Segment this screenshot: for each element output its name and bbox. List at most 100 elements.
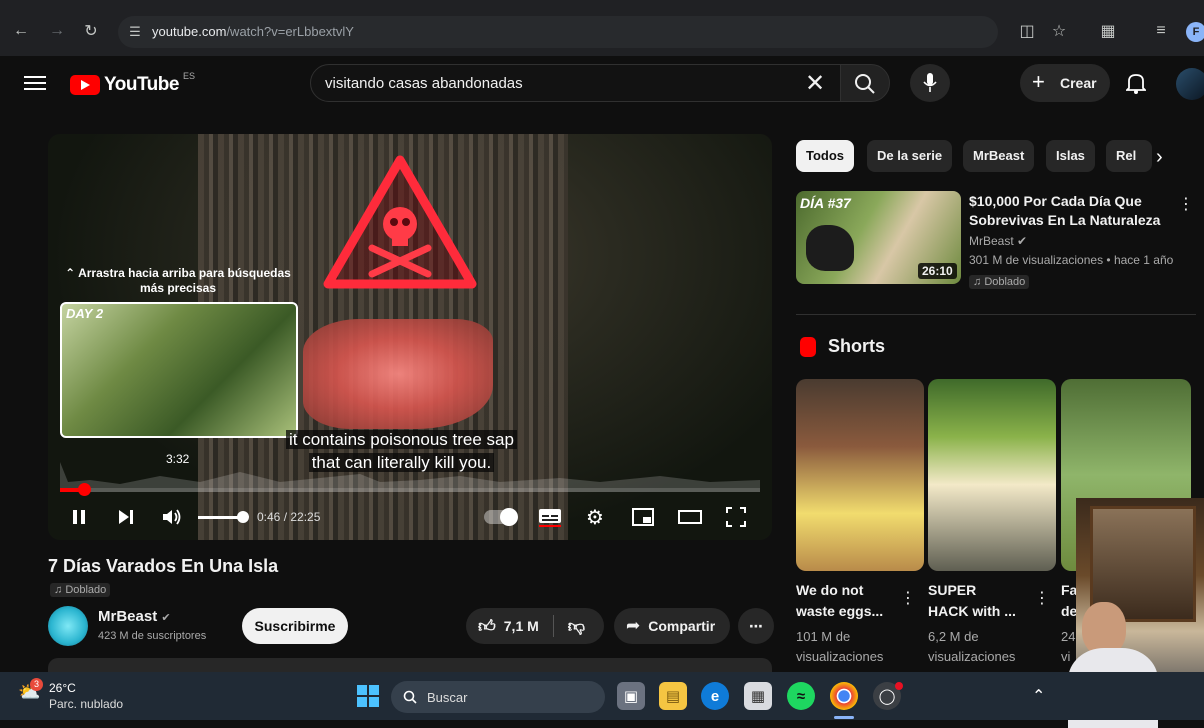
chip-todos[interactable]: Todos bbox=[796, 140, 855, 172]
task-view-icon[interactable]: ▣ bbox=[617, 682, 645, 710]
windows-start-icon[interactable] bbox=[354, 682, 382, 710]
short-2-title[interactable]: SUPER HACK with ... bbox=[928, 580, 1016, 622]
chip-islas[interactable]: Islas bbox=[1046, 140, 1095, 172]
clear-search-icon[interactable]: ✕ bbox=[805, 69, 825, 98]
thumbs-up-icon[interactable]: 👍︎ bbox=[478, 616, 496, 637]
video-player[interactable]: ⌃ Arrastra hacia arriba para búsquedas m… bbox=[48, 134, 772, 540]
search-value: visitando casas abandonadas bbox=[325, 75, 523, 92]
taskbar-search[interactable]: Buscar bbox=[391, 681, 605, 713]
voice-search-button[interactable] bbox=[910, 64, 950, 102]
progress-bar[interactable] bbox=[60, 483, 760, 496]
short-2-views-line-2: visualizaciones bbox=[928, 649, 1016, 664]
scrubber-handle[interactable] bbox=[77, 483, 91, 496]
youtube-logo[interactable]: YouTube ES bbox=[70, 71, 195, 96]
dubbed-label: Doblado bbox=[65, 584, 107, 596]
region-code: ES bbox=[182, 71, 195, 81]
profile-avatar[interactable]: F bbox=[1186, 22, 1204, 42]
store-icon[interactable]: ▦ bbox=[744, 682, 772, 710]
settings-gear-icon[interactable]: ⚙ bbox=[586, 505, 604, 529]
short-3-title[interactable]: Fa de bbox=[1061, 580, 1077, 622]
short-card-2[interactable] bbox=[928, 379, 1056, 571]
url-path: /watch?v=erLbbextvlY bbox=[226, 24, 354, 39]
audio-icon: ♫ bbox=[54, 584, 66, 596]
shorts-heading: Shorts bbox=[828, 336, 886, 356]
chip-de-la-serie[interactable]: De la serie bbox=[867, 140, 953, 172]
short-1-title[interactable]: We do not waste eggs... bbox=[796, 580, 883, 622]
recommended-title-line-2: Sobrevivas En La Naturaleza bbox=[969, 212, 1161, 228]
channel-name-text: MrBeast bbox=[98, 608, 158, 625]
miniplayer-icon[interactable] bbox=[632, 505, 654, 529]
drag-hint: ⌃ Arrastra hacia arriba para búsquedas m… bbox=[58, 266, 298, 296]
install-app-icon[interactable]: ◫ bbox=[1016, 20, 1038, 42]
volume-icon[interactable] bbox=[162, 505, 184, 529]
channel-name[interactable]: MrBeast ✔ bbox=[98, 608, 171, 625]
short-1-title-line-2: waste eggs... bbox=[796, 603, 884, 619]
more-actions-button[interactable]: ⋯ bbox=[738, 608, 774, 644]
more-horizontal-icon: ⋯ bbox=[749, 617, 763, 634]
more-vertical-icon[interactable]: ⋮ bbox=[900, 588, 916, 608]
tray-chevron-up-icon[interactable]: ⌃ bbox=[1032, 686, 1045, 706]
subscribe-button[interactable]: Suscribirme bbox=[242, 608, 348, 644]
more-vertical-icon[interactable]: ⋮ bbox=[1178, 194, 1194, 214]
recommended-thumbnail[interactable]: DÍA #37 26:10 bbox=[796, 191, 961, 284]
search-icon bbox=[855, 74, 875, 94]
recording-indicator bbox=[895, 682, 903, 690]
notifications-bell-icon[interactable] bbox=[1126, 72, 1146, 94]
warning-skull-icon bbox=[323, 155, 477, 289]
short-2-title-line-1: SUPER bbox=[928, 582, 977, 598]
bookmark-star-icon[interactable]: ☆ bbox=[1048, 20, 1070, 42]
media-control-icon[interactable]: ≡ bbox=[1150, 20, 1172, 42]
recommended-title[interactable]: $10,000 Por Cada Día Que Sobrevivas En L… bbox=[969, 192, 1169, 230]
short-3-title-line-1: Fa bbox=[1061, 582, 1078, 598]
extensions-icon[interactable]: ▦ bbox=[1097, 20, 1119, 42]
pause-icon[interactable] bbox=[70, 505, 88, 529]
description-box[interactable] bbox=[48, 658, 772, 672]
file-explorer-icon[interactable]: ▤ bbox=[659, 682, 687, 710]
theater-mode-icon[interactable] bbox=[678, 505, 702, 529]
next-icon[interactable] bbox=[117, 505, 135, 529]
autoplay-toggle[interactable] bbox=[484, 508, 518, 526]
chrome-icon[interactable] bbox=[830, 682, 858, 710]
menu-icon[interactable] bbox=[24, 72, 46, 94]
drag-hint-text: Arrastra hacia arriba para búsquedas más… bbox=[78, 266, 291, 295]
chip-rel[interactable]: Rel bbox=[1106, 140, 1152, 172]
subtitles-icon[interactable] bbox=[538, 505, 562, 529]
volume-slider[interactable] bbox=[198, 511, 250, 523]
active-app-indicator bbox=[834, 716, 854, 719]
volume-handle[interactable] bbox=[237, 511, 250, 523]
weather-description: Parc. nublado bbox=[49, 697, 124, 711]
channel-avatar[interactable] bbox=[48, 606, 88, 646]
temperature: 26°C bbox=[49, 681, 76, 695]
windows-taskbar: ⛅ 3 26°C Parc. nublado Buscar ▣ ▤ e ▦ ≈ … bbox=[0, 672, 1204, 720]
more-vertical-icon[interactable]: ⋮ bbox=[1034, 588, 1050, 608]
chip-mrbeast[interactable]: MrBeast bbox=[963, 140, 1035, 172]
edge-browser-icon[interactable]: e bbox=[701, 682, 729, 710]
recommended-channel[interactable]: MrBeast ✔ bbox=[969, 234, 1027, 248]
short-card-1[interactable] bbox=[796, 379, 924, 571]
address-bar[interactable]: ☰ youtube.com/watch?v=erLbbextvlY bbox=[118, 16, 998, 48]
most-replayed-graph bbox=[60, 462, 760, 488]
section-divider bbox=[796, 314, 1196, 315]
chevron-right-icon[interactable]: › bbox=[1156, 146, 1163, 169]
subscriber-count: 423 M de suscriptores bbox=[98, 630, 207, 642]
youtube-play-icon bbox=[70, 75, 100, 95]
recommended-meta: 301 M de visualizaciones • hace 1 año bbox=[969, 253, 1174, 267]
video-frame-sap bbox=[303, 319, 493, 429]
thumbs-down-icon[interactable]: 👎︎ bbox=[568, 616, 585, 637]
share-button[interactable]: ➦ Compartir bbox=[614, 608, 730, 644]
fullscreen-icon[interactable] bbox=[726, 505, 746, 529]
verified-icon: ✔ bbox=[161, 612, 171, 624]
forward-icon[interactable]: → bbox=[46, 20, 68, 42]
create-button[interactable]: + Crear bbox=[1020, 64, 1110, 102]
back-icon[interactable]: ← bbox=[10, 20, 32, 42]
account-avatar[interactable] bbox=[1176, 68, 1204, 100]
reload-icon[interactable]: ↻ bbox=[80, 20, 102, 42]
search-button[interactable] bbox=[840, 64, 890, 102]
spotify-icon[interactable]: ≈ bbox=[787, 682, 815, 710]
url-text: youtube.com/watch?v=erLbbextvlY bbox=[152, 24, 354, 39]
like-count[interactable]: 7,1 M bbox=[504, 618, 539, 634]
search-input[interactable]: visitando casas abandonadas ✕ bbox=[310, 64, 850, 102]
video-duration: 26:10 bbox=[918, 263, 957, 279]
recommended-dubbed-badge: ♫ Doblado bbox=[969, 272, 1030, 290]
site-settings-icon[interactable]: ☰ bbox=[124, 21, 146, 43]
